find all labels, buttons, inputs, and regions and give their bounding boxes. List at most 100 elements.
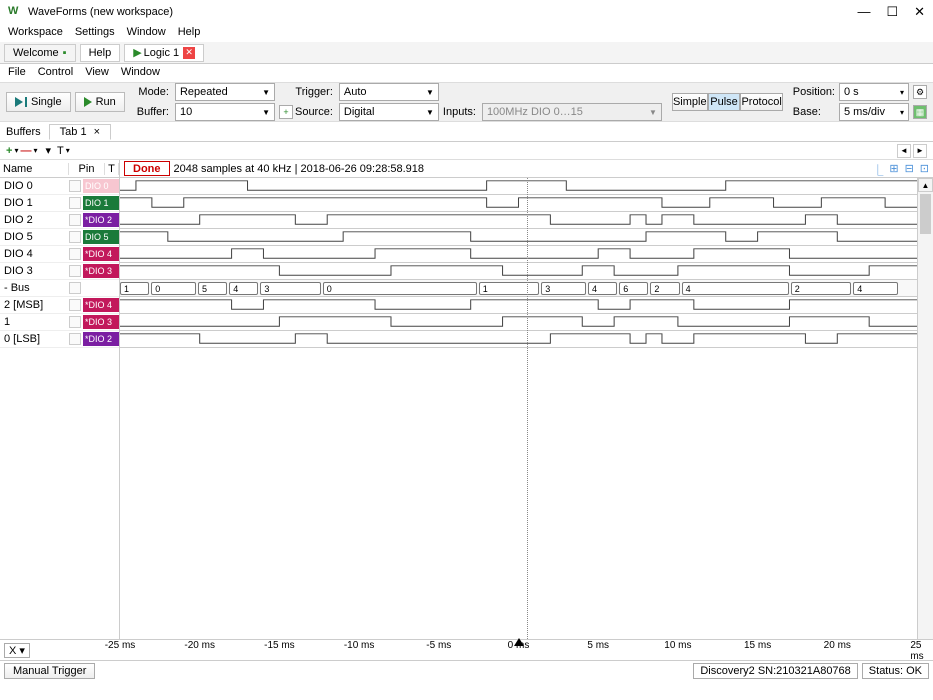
remove-signal-icon[interactable]: —	[20, 145, 31, 157]
scroll-up-icon[interactable]: ▲	[918, 178, 933, 192]
close-icon[interactable]: ✕	[183, 47, 195, 59]
time-tick-label: -25 ms	[105, 640, 136, 651]
tab-welcome[interactable]: Welcome ▪	[4, 44, 76, 62]
time-tick-label: 25 ms	[910, 640, 923, 662]
trigger-type-tabs: Simple Pulse Protocol	[672, 93, 783, 111]
pin-badge: *DIO 4	[83, 298, 119, 312]
tab-help[interactable]: Help	[80, 44, 121, 62]
scroll-right-button[interactable]: ►	[913, 144, 927, 158]
wave-tool-icon[interactable]: ⊞	[889, 162, 898, 178]
buffer-tab-1[interactable]: Tab 1 ×	[49, 124, 111, 140]
inputs-label: Inputs:	[443, 106, 478, 118]
maximize-button[interactable]: ☐	[886, 4, 898, 20]
signal-row[interactable]: DIO 3*DIO 3	[0, 263, 119, 280]
waveform-row	[120, 297, 917, 314]
instrument-tabs: Welcome ▪ Help ▶ Logic 1 ✕	[0, 42, 933, 64]
tab-logic1[interactable]: ▶ Logic 1 ✕	[124, 44, 204, 62]
pin-badge: *DIO 2	[83, 213, 119, 227]
scrollbar-thumb[interactable]	[920, 194, 931, 234]
trigger-tab-simple[interactable]: Simple	[672, 93, 708, 111]
trigger-cond-icon[interactable]	[69, 316, 81, 328]
waveform-row	[120, 314, 917, 331]
run-button[interactable]: Run	[75, 92, 125, 112]
signal-name: DIO 2	[0, 214, 67, 226]
time-tick-label: 0 ms	[508, 640, 530, 651]
bus-value-segment: 4	[853, 282, 898, 295]
trigger-cond-icon[interactable]	[69, 197, 81, 209]
source-dropdown[interactable]: Digital▼	[339, 103, 439, 121]
bus-value-segment: 3	[541, 282, 586, 295]
time-tick-label: -20 ms	[184, 640, 215, 651]
scroll-left-button[interactable]: ◄	[897, 144, 911, 158]
trigger-cond-icon[interactable]	[69, 299, 81, 311]
signal-row[interactable]: 2 [MSB]*DIO 4	[0, 297, 119, 314]
window-controls: — ☐ ✕	[857, 4, 925, 20]
menu-help[interactable]: Help	[178, 26, 201, 40]
signal-list-panel: Name Pin T DIO 0DIO 0DIO 1DIO 1DIO 2*DIO…	[0, 160, 120, 639]
submenu-control[interactable]: Control	[38, 66, 73, 80]
submenu-window[interactable]: Window	[121, 66, 160, 80]
signal-row[interactable]: DIO 5DIO 5	[0, 229, 119, 246]
menubar: Workspace Settings Window Help	[0, 24, 933, 42]
wave-tool-icon[interactable]: ⊡	[920, 162, 929, 178]
x-axis-menu[interactable]: X ▾	[4, 643, 30, 658]
signal-row[interactable]: DIO 2 *DIO 2	[0, 212, 119, 229]
close-button[interactable]: ✕	[914, 4, 925, 20]
trigger-cond-icon[interactable]	[69, 282, 81, 294]
signal-row[interactable]: - Bus	[0, 280, 119, 297]
signal-toolbar: +▾ —▾ ▾ T▾ ◄ ►	[0, 142, 933, 160]
waveform-row	[120, 212, 917, 229]
add-signal-icon[interactable]: +	[6, 145, 12, 157]
time-tick-label: 15 ms	[744, 640, 771, 651]
signal-row[interactable]: 1*DIO 3	[0, 314, 119, 331]
trigger-cond-icon[interactable]	[69, 180, 81, 192]
menu-workspace[interactable]: Workspace	[8, 26, 63, 40]
col-pin: Pin	[69, 163, 105, 175]
position-gear-icon[interactable]: ⚙	[913, 85, 927, 99]
bus-value-segment: 2	[791, 282, 851, 295]
menu-window[interactable]: Window	[127, 26, 166, 40]
trigger-dropdown[interactable]: Auto▼	[339, 83, 439, 101]
signal-row[interactable]: 0 [LSB]*DIO 2	[0, 331, 119, 348]
base-gear-icon[interactable]: ▦	[913, 105, 927, 119]
manual-trigger-button[interactable]: Manual Trigger	[4, 663, 95, 679]
signal-row[interactable]: DIO 1DIO 1	[0, 195, 119, 212]
trigger-tab-protocol[interactable]: Protocol	[740, 93, 782, 111]
mode-dropdown[interactable]: Repeated▼	[175, 83, 275, 101]
time-tick-label: -10 ms	[344, 640, 375, 651]
bus-value-segment: 0	[323, 282, 477, 295]
bus-value-segment: 4	[682, 282, 789, 295]
instrument-menubar: File Control View Window	[0, 64, 933, 82]
close-icon[interactable]: ×	[94, 126, 100, 138]
window-title: WaveForms (new workspace)	[28, 6, 857, 18]
submenu-view[interactable]: View	[85, 66, 109, 80]
pin-badge: *DIO 3	[83, 264, 119, 278]
trigger-cond-icon[interactable]	[69, 231, 81, 243]
signal-row[interactable]: DIO 0DIO 0	[0, 178, 119, 195]
signal-name: DIO 0	[0, 180, 67, 192]
signal-row[interactable]: DIO 4*DIO 4	[0, 246, 119, 263]
buffer-dropdown[interactable]: 10▼	[175, 103, 275, 121]
waveform-row	[120, 263, 917, 280]
play-icon: ▶	[133, 46, 141, 59]
position-field[interactable]: 0 s▾	[839, 83, 909, 101]
waveform-area[interactable]: 10543013462424	[120, 178, 917, 639]
base-field[interactable]: 5 ms/div▾	[839, 103, 909, 121]
trigger-cond-icon[interactable]	[69, 265, 81, 277]
trigger-cond-icon[interactable]	[69, 333, 81, 345]
trigger-cond-icon[interactable]	[69, 214, 81, 226]
trigger-tab-pulse[interactable]: Pulse	[708, 93, 741, 111]
inputs-dropdown[interactable]: 100MHz DIO 0…15▼	[482, 103, 662, 121]
toolbar: Single Run Mode: Repeated▼ Trigger: Auto…	[0, 82, 933, 122]
menu-settings[interactable]: Settings	[75, 26, 115, 40]
wave-tool-icon[interactable]: ⎿	[872, 162, 883, 178]
trigger-cond-icon[interactable]	[69, 248, 81, 260]
time-tick-label: -5 ms	[426, 640, 451, 651]
submenu-file[interactable]: File	[8, 66, 26, 80]
buffer-plus-icon[interactable]: +	[279, 105, 293, 119]
minimize-button[interactable]: —	[857, 4, 870, 20]
single-button[interactable]: Single	[6, 92, 71, 112]
wave-tool-icon[interactable]: ⊟	[905, 162, 914, 178]
acquisition-status: Done 2048 samples at 40 kHz | 2018-06-26…	[120, 160, 933, 178]
vertical-scrollbar[interactable]: ▲	[917, 178, 933, 639]
